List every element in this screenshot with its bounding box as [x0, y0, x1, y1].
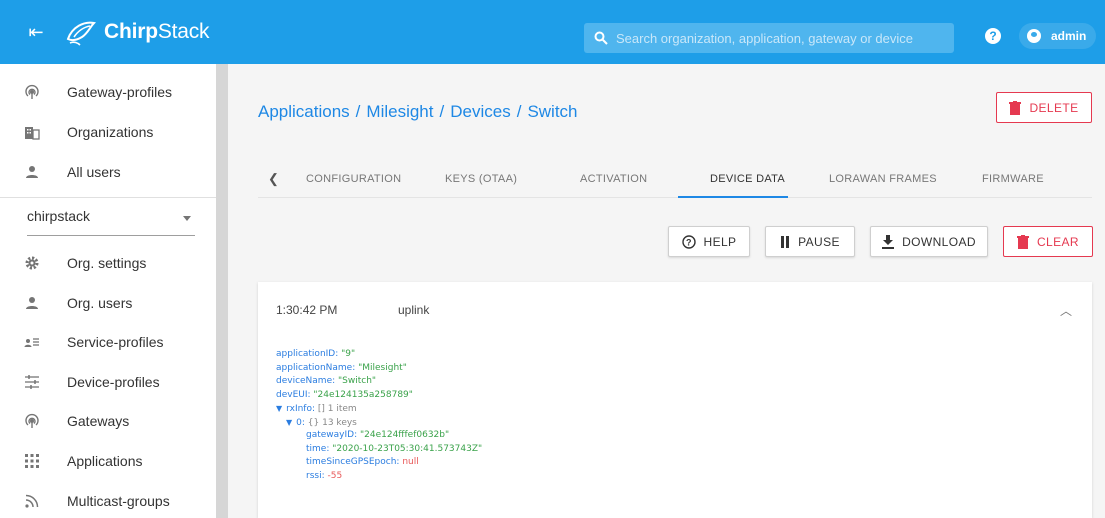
collapse-sidebar-icon[interactable]: ⇤: [26, 22, 46, 42]
json-row-rxinfo-0[interactable]: ▼ 0: {} 13 keys: [276, 416, 482, 430]
organization-select[interactable]: chirpstack: [27, 208, 195, 236]
pause-button[interactable]: PAUSE: [765, 226, 855, 257]
user-name: admin: [1051, 29, 1087, 43]
help-button-label: HELP: [703, 234, 737, 249]
active-tab-indicator: [678, 196, 788, 198]
top-app-bar: ⇤ ChirpStack ? admin: [0, 0, 1105, 64]
sidebar-item-applications[interactable]: Applications: [0, 441, 216, 481]
user-menu-button[interactable]: admin: [1019, 23, 1097, 49]
tab-lorawan-frames[interactable]: LORAWAN FRAMES: [829, 173, 937, 185]
tune-icon: [23, 373, 41, 391]
service-icon: [23, 333, 41, 351]
trash-icon: [1016, 234, 1029, 249]
account-icon: [1027, 29, 1041, 43]
tab-device-data[interactable]: DEVICE DATA: [710, 173, 785, 185]
sidebar-item-gateways[interactable]: Gateways: [0, 401, 216, 441]
brand-name: ChirpStack: [104, 20, 210, 43]
breadcrumb-applications[interactable]: Applications: [258, 102, 350, 121]
chirpstack-logo-icon: [66, 21, 97, 46]
chirpstack-logo[interactable]: ChirpStack: [64, 17, 210, 47]
breadcrumb-separator: /: [516, 102, 522, 121]
sidebar-item-label: Device-profiles: [67, 374, 160, 390]
chevron-down-icon: [183, 216, 191, 221]
organization-select-value: chirpstack: [27, 208, 91, 224]
event-type: uplink: [398, 303, 430, 317]
sidebar: Gateway-profiles Organizations All users…: [0, 64, 216, 518]
tab-firmware[interactable]: FIRMWARE: [982, 173, 1044, 185]
sidebar-item-gateway-profiles[interactable]: Gateway-profiles: [0, 72, 216, 112]
sidebar-scrollbar[interactable]: [216, 64, 228, 518]
tab-scroll-left-icon[interactable]: ❮: [268, 171, 279, 187]
sidebar-item-label: Organizations: [67, 124, 154, 140]
json-row-timeSinceGPSEpoch: timeSinceGPSEpoch: null: [306, 457, 419, 467]
gateway-icon: [23, 83, 41, 101]
search-input[interactable]: [616, 30, 946, 46]
breadcrumb: Applications / Milesight / Devices / Switch: [258, 102, 578, 122]
help-icon[interactable]: ?: [985, 28, 1001, 44]
sidebar-item-label: Gateways: [67, 413, 130, 429]
chevron-up-icon[interactable]: ︿: [1060, 302, 1072, 319]
gear-icon: [23, 254, 41, 272]
person-icon: [23, 163, 41, 181]
person-icon: [23, 294, 41, 312]
sidebar-item-org-settings[interactable]: Org. settings: [0, 243, 216, 283]
sidebar-item-device-profiles[interactable]: Device-profiles: [0, 362, 216, 402]
svg-text:?: ?: [686, 237, 692, 247]
device-event-card[interactable]: 1:30:42 PM uplink ︿ applicationID: "9" a…: [258, 282, 1092, 518]
tab-configuration[interactable]: CONFIGURATION: [306, 173, 401, 185]
sidebar-item-org-users[interactable]: Org. users: [0, 283, 216, 323]
download-button-label: DOWNLOAD: [902, 234, 976, 249]
json-row-time: time: "2020-10-23T05:30:41.573743Z": [306, 443, 483, 454]
breadcrumb-device: Switch: [527, 102, 578, 121]
breadcrumb-separator: /: [439, 102, 445, 121]
apps-icon: [23, 452, 41, 470]
delete-button-label: DELETE: [1029, 100, 1079, 115]
sidebar-item-label: Service-profiles: [67, 334, 164, 350]
download-icon: [882, 234, 895, 249]
json-row-devEUI: devEUI: "24e124135a258789": [276, 389, 413, 400]
json-row-rssi: rssi: -55: [306, 470, 343, 481]
clear-button[interactable]: CLEAR: [1003, 226, 1093, 257]
sidebar-item-label: Gateway-profiles: [67, 84, 173, 100]
tab-activation[interactable]: ACTIVATION: [580, 173, 647, 185]
breadcrumb-devices[interactable]: Devices: [450, 102, 510, 121]
tab-keys-otaa[interactable]: KEYS (OTAA): [445, 173, 517, 185]
sidebar-item-label: Applications: [67, 453, 143, 469]
json-row-applicationID: applicationID: "9": [276, 349, 356, 359]
sidebar-item-service-profiles[interactable]: Service-profiles: [0, 322, 216, 362]
event-json-tree: applicationID: "9" applicationName: "Mil…: [276, 348, 482, 483]
help-circle-icon: ?: [681, 234, 696, 249]
expand-triangle-icon[interactable]: ▼: [276, 404, 282, 413]
gateway-icon: [23, 412, 41, 430]
json-row-deviceName: deviceName: "Switch": [276, 376, 377, 386]
breadcrumb-separator: /: [355, 102, 361, 121]
search-icon: [594, 31, 608, 45]
building-icon: [23, 123, 41, 141]
sidebar-item-label: Org. users: [67, 295, 133, 311]
device-tabs: ❮ CONFIGURATION KEYS (OTAA) ACTIVATION D…: [258, 158, 1092, 198]
sidebar-item-multicast-groups[interactable]: Multicast-groups: [0, 481, 216, 518]
trash-icon: [1009, 100, 1022, 115]
json-row-applicationName: applicationName: "Milesight": [276, 362, 407, 373]
event-time: 1:30:42 PM: [276, 303, 338, 317]
help-button[interactable]: ? HELP: [668, 226, 750, 257]
breadcrumb-application[interactable]: Milesight: [366, 102, 433, 121]
rss-icon: [23, 492, 41, 510]
pause-button-label: PAUSE: [798, 234, 840, 249]
global-search[interactable]: [584, 23, 954, 53]
json-row-rxInfo[interactable]: ▼ rxInfo: [] 1 item: [276, 402, 482, 416]
expand-triangle-icon[interactable]: ▼: [286, 418, 292, 427]
clear-button-label: CLEAR: [1036, 234, 1079, 249]
sidebar-item-label: Multicast-groups: [67, 493, 170, 509]
delete-button[interactable]: DELETE: [996, 92, 1092, 123]
sidebar-item-label: All users: [67, 164, 121, 180]
pause-icon: [780, 235, 790, 248]
download-button[interactable]: DOWNLOAD: [870, 226, 988, 257]
json-row-gatewayID: gatewayID: "24e124fffef0632b": [306, 430, 450, 440]
sidebar-item-label: Org. settings: [67, 255, 147, 271]
sidebar-item-all-users[interactable]: All users: [0, 152, 216, 192]
sidebar-item-organizations[interactable]: Organizations: [0, 112, 216, 152]
sidebar-divider: [0, 197, 216, 198]
